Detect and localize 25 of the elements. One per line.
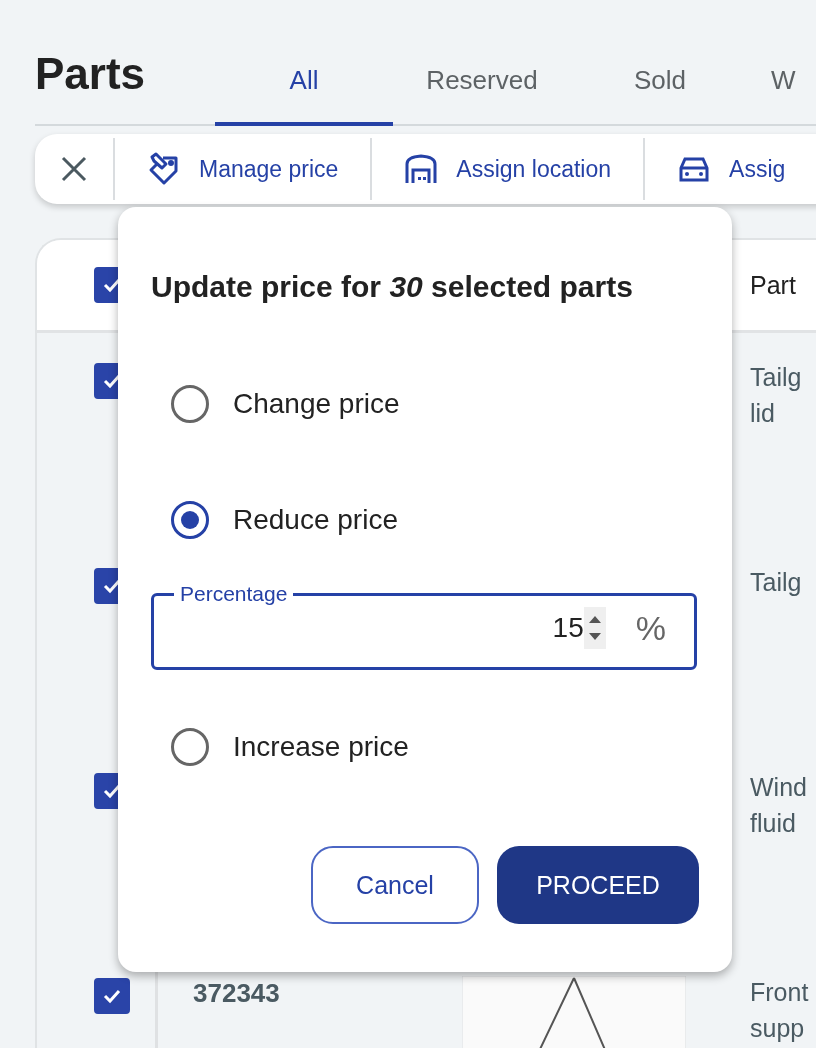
part-name: Tailg (750, 567, 802, 598)
close-icon (60, 155, 88, 183)
popover-title: Update price for 30 selected parts (151, 269, 633, 305)
part-name: Front supp (750, 977, 809, 1044)
tab[interactable]: Reserved (393, 53, 571, 126)
garage-icon (404, 152, 439, 186)
tag-pencil-icon (147, 152, 181, 186)
part-name: Wind fluid (750, 772, 807, 839)
part-number: 372343 (193, 978, 280, 1008)
tab[interactable]: W (749, 53, 796, 126)
tab[interactable]: All (215, 53, 393, 126)
toolbar-button[interactable]: Manage price (115, 138, 373, 200)
spinner-icon (583, 607, 606, 649)
radio-option[interactable]: Reduce price (151, 495, 398, 545)
toolbar-button[interactable]: Assign location (372, 138, 646, 200)
part-name: Tailg lid (750, 362, 802, 429)
proceed-button[interactable]: PROCEED (497, 846, 699, 924)
radio-option[interactable]: Change price (151, 379, 400, 429)
row-checkbox[interactable] (94, 978, 130, 1014)
column-header: Part (750, 270, 796, 299)
radio-option[interactable]: Increase price (151, 722, 409, 772)
cancel-button[interactable]: Cancel (311, 846, 479, 924)
page-title: Parts (35, 48, 147, 100)
tab[interactable]: Sold (571, 53, 749, 126)
toolbar-button[interactable]: Assig (645, 138, 816, 200)
